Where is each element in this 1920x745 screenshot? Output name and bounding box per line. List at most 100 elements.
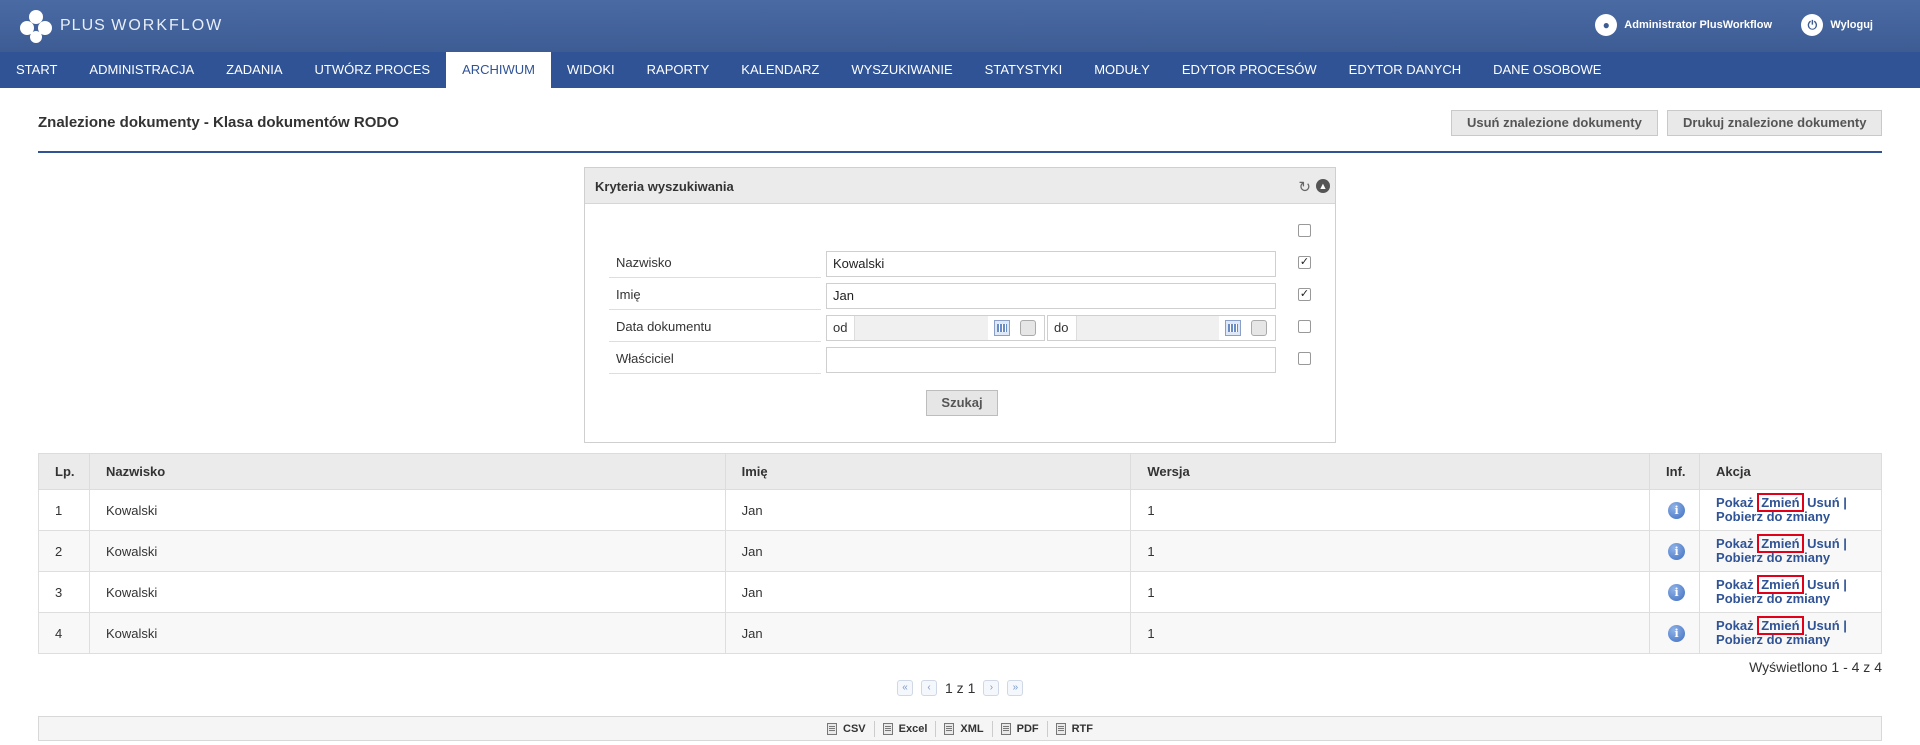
export-excel-label: Excel xyxy=(898,722,928,735)
info-icon[interactable]: i xyxy=(1668,624,1686,642)
cell-info: i xyxy=(1649,530,1701,572)
cell-lp: 1 xyxy=(38,489,90,531)
cell-actions: Pokaż Zmień Usuń | Pobierz do zmiany xyxy=(1699,530,1882,572)
user-menu[interactable]: ● Administrator PlusWorkflow xyxy=(1595,14,1772,36)
date-from-input[interactable] xyxy=(854,316,988,340)
nav-item-edytor-procesow[interactable]: EDYTOR PROCESÓW xyxy=(1166,52,1333,88)
pagination: « ‹ 1 z 1 › » xyxy=(893,680,1027,696)
nav-item-edytor-danych[interactable]: EDYTOR DANYCH xyxy=(1333,52,1477,88)
fetch-for-change-link[interactable]: Pobierz do zmiany xyxy=(1716,632,1830,647)
firstname-checkbox[interactable]: ✓ xyxy=(1298,288,1311,301)
title-divider xyxy=(38,151,1882,153)
surname-input[interactable]: Kowalski xyxy=(826,251,1276,277)
delete-found-documents-button[interactable]: Usuń znalezione dokumenty xyxy=(1451,110,1658,136)
export-bar: CSV Excel XML PDF RTF xyxy=(38,716,1882,741)
date-to-input[interactable] xyxy=(1076,316,1219,340)
panel-title: Kryteria wyszukiwania xyxy=(595,179,734,194)
nav-item-dane-osobowe[interactable]: DANE OSOBOWE xyxy=(1477,52,1617,88)
owner-checkbox[interactable] xyxy=(1298,352,1311,365)
next-page-icon[interactable]: › xyxy=(983,680,1000,696)
nav-item-statystyki[interactable]: STATYSTYKI xyxy=(969,52,1079,88)
panel-header: Kryteria wyszukiwania ↻ ▲ xyxy=(585,168,1335,204)
print-found-documents-button[interactable]: Drukuj znalezione dokumenty xyxy=(1667,110,1883,136)
logout-label: Wyloguj xyxy=(1830,19,1873,31)
export-csv-button[interactable]: CSV xyxy=(819,721,874,737)
cell-surname: Kowalski xyxy=(88,530,726,572)
info-icon[interactable]: i xyxy=(1668,542,1686,560)
user-icon: ● xyxy=(1595,14,1618,36)
cell-version: 1 xyxy=(1130,489,1651,531)
logout-button[interactable]: ⏻ Wyloguj xyxy=(1801,14,1873,36)
show-link[interactable]: Pokaż xyxy=(1716,577,1754,592)
owner-label: Właściciel xyxy=(609,344,821,374)
cell-surname: Kowalski xyxy=(88,612,726,654)
nav-item-kalendarz[interactable]: KALENDARZ xyxy=(725,52,835,88)
info-icon[interactable]: i xyxy=(1668,583,1686,601)
fetch-for-change-link[interactable]: Pobierz do zmiany xyxy=(1716,550,1830,565)
export-pdf-button[interactable]: PDF xyxy=(991,720,1047,737)
cell-actions: Pokaż Zmień Usuń | Pobierz do zmiany xyxy=(1699,489,1882,531)
cell-info: i xyxy=(1649,571,1701,613)
first-page-icon[interactable]: « xyxy=(897,680,913,696)
collapse-icon[interactable]: ▲ xyxy=(1316,179,1330,193)
info-icon[interactable]: i xyxy=(1668,501,1686,519)
cell-firstname: Jan xyxy=(724,571,1132,613)
table-row: 2 Kowalski Jan 1 i Pokaż Zmień Usuń | Po… xyxy=(38,530,1882,572)
export-xml-label: XML xyxy=(960,722,984,735)
nav-item-widoki[interactable]: WIDOKI xyxy=(551,52,631,88)
col-firstname[interactable]: Imię xyxy=(724,453,1132,490)
date-checkbox[interactable] xyxy=(1298,320,1311,333)
search-button[interactable]: Szukaj xyxy=(926,390,998,416)
app-logo[interactable]: PLUS WORKFLOW xyxy=(18,8,223,44)
nav-item-raporty[interactable]: RAPORTY xyxy=(631,52,726,88)
nav-item-wyszukiwanie[interactable]: WYSZUKIWANIE xyxy=(835,52,968,88)
fetch-for-change-link[interactable]: Pobierz do zmiany xyxy=(1716,591,1830,606)
action-separator: | xyxy=(1843,577,1847,592)
export-csv-label: CSV xyxy=(843,722,866,735)
firstname-input[interactable]: Jan xyxy=(826,283,1276,309)
surname-checkbox[interactable]: ✓ xyxy=(1298,256,1311,269)
search-criteria-panel: Kryteria wyszukiwania ↻ ▲ Nazwisko Kowal… xyxy=(584,167,1336,443)
action-separator: | xyxy=(1843,495,1847,510)
refresh-icon[interactable]: ↻ xyxy=(1298,178,1311,196)
table-row: 3 Kowalski Jan 1 i Pokaż Zmień Usuń | Po… xyxy=(38,571,1882,613)
last-page-icon[interactable]: » xyxy=(1007,680,1024,696)
nav-item-administracja[interactable]: ADMINISTRACJA xyxy=(73,52,210,88)
calendar-icon[interactable] xyxy=(1225,320,1241,336)
cell-firstname: Jan xyxy=(724,612,1132,654)
nav-item-moduly[interactable]: MODUŁY xyxy=(1078,52,1166,88)
nav-item-archiwum[interactable]: ARCHIWUM xyxy=(446,52,551,88)
cell-firstname: Jan xyxy=(724,530,1132,572)
export-excel-button[interactable]: Excel xyxy=(873,720,936,737)
prev-page-icon[interactable]: ‹ xyxy=(921,680,937,696)
owner-input[interactable] xyxy=(826,347,1276,373)
delete-link[interactable]: Usuń xyxy=(1807,495,1840,510)
delete-link[interactable]: Usuń xyxy=(1807,618,1840,633)
fetch-for-change-link[interactable]: Pobierz do zmiany xyxy=(1716,509,1830,524)
select-all-checkbox[interactable] xyxy=(1298,224,1311,237)
action-separator: | xyxy=(1843,618,1847,633)
calendar-icon[interactable] xyxy=(994,320,1010,336)
nav-item-zadania[interactable]: ZADANIA xyxy=(210,52,298,88)
clear-date-icon[interactable] xyxy=(1251,320,1267,336)
col-version[interactable]: Wersja xyxy=(1130,453,1651,490)
nav-item-start[interactable]: START xyxy=(0,52,73,88)
export-xml-button[interactable]: XML xyxy=(935,720,991,737)
show-link[interactable]: Pokaż xyxy=(1716,618,1754,633)
show-link[interactable]: Pokaż xyxy=(1716,495,1754,510)
csv-file-icon xyxy=(827,722,837,735)
export-rtf-label: RTF xyxy=(1071,722,1093,735)
cell-surname: Kowalski xyxy=(88,571,726,613)
delete-link[interactable]: Usuń xyxy=(1807,536,1840,551)
cell-firstname: Jan xyxy=(724,489,1132,531)
clear-date-icon[interactable] xyxy=(1020,320,1036,336)
results-count: Wyświetlono 1 - 4 z 4 xyxy=(1749,659,1882,675)
export-rtf-button[interactable]: RTF xyxy=(1046,720,1101,737)
col-lp[interactable]: Lp. xyxy=(38,453,90,490)
cell-version: 1 xyxy=(1130,571,1651,613)
cell-actions: Pokaż Zmień Usuń | Pobierz do zmiany xyxy=(1699,612,1882,654)
show-link[interactable]: Pokaż xyxy=(1716,536,1754,551)
nav-item-utworz-proces[interactable]: UTWÓRZ PROCES xyxy=(299,52,447,88)
col-surname[interactable]: Nazwisko xyxy=(88,453,726,490)
delete-link[interactable]: Usuń xyxy=(1807,577,1840,592)
